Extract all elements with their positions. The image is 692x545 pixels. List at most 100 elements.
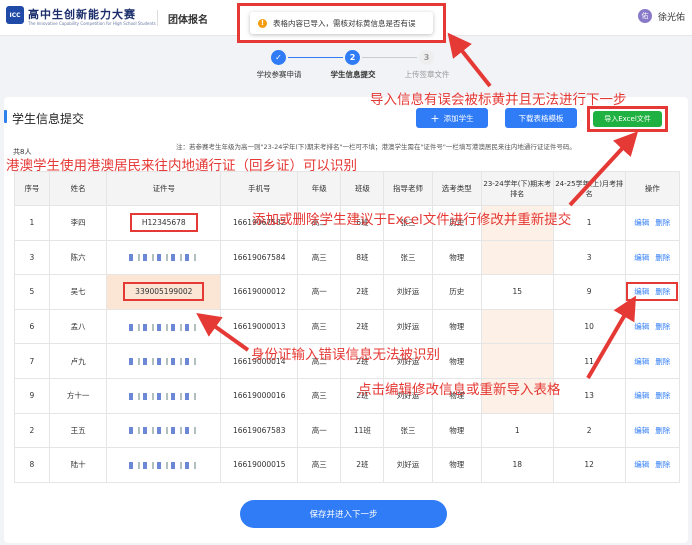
annotation-import-error: 导入信息有误会被标黄并且无法进行下一步 — [370, 92, 627, 108]
cell-type: 物理 — [431, 308, 482, 345]
edit-link[interactable]: 编辑 — [634, 391, 649, 400]
col-header: 23-24学年(下)期末考排名 — [480, 171, 554, 206]
table-note: 注：若参赛考生年级为高一则"23-24学年(下)期末考排名"一栏可不填；港澳学生… — [176, 143, 576, 151]
cell-rank1: 15 — [480, 274, 554, 310]
cell-rank1 — [480, 308, 554, 345]
edit-link[interactable]: 编辑 — [634, 218, 649, 227]
col-header: 24-25学年(上)月考排名 — [552, 171, 626, 206]
progress-steps: ✓ 2 3 学校参赛申请 学生信息提交 上传签章文件 — [0, 45, 692, 85]
delete-link[interactable]: 删除 — [655, 253, 670, 262]
edit-link[interactable]: 编辑 — [634, 322, 649, 331]
cell-id — [106, 447, 222, 483]
cell-name: 王五 — [48, 412, 108, 449]
cell-rank2: 11 — [552, 343, 626, 379]
cell-id — [106, 377, 222, 414]
table-row: 3 陈六 16619067584 高三 8班 张三 物理 3 编辑 删除 — [14, 239, 681, 276]
cell-type: 物理 — [431, 412, 482, 449]
logo-icon: ICC — [6, 6, 24, 24]
cell-id — [106, 239, 222, 276]
cell-id — [106, 412, 222, 449]
edit-link[interactable]: 编辑 — [634, 253, 649, 262]
cell-actions: 编辑 删除 — [624, 343, 681, 379]
cell-actions: 编辑 删除 — [624, 274, 681, 310]
warning-icon: ! — [258, 18, 267, 28]
user-menu[interactable]: 佑 徐光佑 — [638, 9, 685, 23]
cell-no: 7 — [14, 343, 50, 379]
col-header: 姓名 — [48, 171, 108, 206]
delete-link[interactable]: 删除 — [655, 391, 670, 400]
col-header: 操作 — [624, 171, 681, 206]
cell-name: 李四 — [48, 205, 108, 241]
delete-link[interactable]: 删除 — [655, 426, 670, 435]
save-and-next-button[interactable]: 保存并进入下一步 — [240, 500, 447, 528]
toast-highlight-box: ! 表格内容已导入，需核对标黄信息是否有误 — [237, 3, 446, 43]
table-row: 2 王五 16619067583 高一 11班 张三 物理 1 2 编辑 删除 — [14, 412, 681, 449]
logo-subtitle: The Innovative Capability Competition fo… — [28, 21, 156, 26]
user-name: 徐光佑 — [658, 12, 686, 23]
delete-link[interactable]: 删除 — [655, 357, 670, 366]
table-row: 9 方十一 16619000016 高三 2班 刘好运 物理 13 编辑 删除 — [14, 377, 681, 414]
cell-class: 2班 — [340, 308, 385, 345]
edit-link[interactable]: 编辑 — [634, 426, 649, 435]
id-highlight-box: H12345678 — [129, 213, 198, 233]
id-error-highlight-box: 339005199002 — [123, 282, 205, 302]
cell-rank2: 2 — [552, 412, 626, 449]
cell-rank1 — [480, 343, 554, 379]
redacted-id — [128, 427, 199, 435]
download-template-button[interactable]: 下载表格模板 — [505, 108, 577, 128]
import-excel-button[interactable]: 导入Excel文件 — [593, 111, 662, 127]
cell-rank2: 12 — [552, 447, 626, 483]
cell-no: 8 — [14, 447, 50, 483]
avatar: 佑 — [638, 9, 652, 23]
redacted-id — [128, 254, 199, 262]
section-title: 学生信息提交 — [12, 112, 85, 126]
cell-grade: 高三 — [297, 308, 342, 345]
table-row: 8 陆十 16619000015 高三 2班 刘好运 物理 18 12 编辑 删除 — [14, 447, 681, 483]
cell-id — [106, 308, 222, 345]
cell-name: 陆十 — [48, 447, 108, 483]
edit-link[interactable]: 编辑 — [634, 460, 649, 469]
redacted-id — [128, 461, 199, 469]
cell-name: 吴七 — [48, 274, 108, 310]
cell-no: 5 — [14, 274, 50, 310]
step-1-label: 学校参赛申请 — [256, 70, 302, 79]
cell-rank2: 9 — [552, 274, 626, 310]
cell-no: 3 — [14, 239, 50, 276]
cell-phone: 16619000016 — [220, 377, 299, 414]
cell-class: 8班 — [340, 239, 385, 276]
nav-title[interactable]: 团体报名 — [168, 11, 208, 26]
edit-link[interactable]: 编辑 — [634, 357, 649, 366]
step-connector-1 — [288, 57, 343, 58]
add-student-button[interactable]: + 添加学生 — [416, 108, 488, 128]
add-student-label: 添加学生 — [443, 113, 474, 123]
cell-actions: 编辑 删除 — [624, 377, 681, 414]
col-header: 手机号 — [220, 171, 299, 206]
plus-icon: + — [430, 111, 440, 125]
annotation-edit-hint: 点击编辑修改信息或重新导入表格 — [358, 382, 561, 398]
col-header: 选考类型 — [431, 171, 482, 206]
cell-rank2: 13 — [552, 377, 626, 414]
cell-phone: 16619067583 — [220, 412, 299, 449]
annotation-add-delete: 添加或删除学生建议于Excel文件进行修改并重新提交 — [252, 212, 572, 228]
cell-teacher: 张三 — [383, 412, 433, 449]
step-3-label: 上传签章文件 — [404, 70, 450, 79]
delete-link[interactable]: 删除 — [655, 287, 670, 296]
cell-name: 陈六 — [48, 239, 108, 276]
cell-grade: 高一 — [297, 412, 342, 449]
delete-link[interactable]: 删除 — [655, 218, 670, 227]
cell-phone: 16619000013 — [220, 308, 299, 345]
delete-link[interactable]: 删除 — [655, 322, 670, 331]
cell-type: 历史 — [431, 274, 482, 310]
col-header: 指导老师 — [383, 171, 433, 206]
cell-no: 1 — [14, 205, 50, 241]
redacted-id — [128, 358, 199, 366]
cell-class: 2班 — [340, 274, 385, 310]
table-row: 6 孟八 16619000013 高三 2班 刘好运 物理 10 编辑 删除 — [14, 308, 681, 345]
delete-link[interactable]: 删除 — [655, 460, 670, 469]
cell-actions: 编辑 删除 — [624, 205, 681, 241]
table-header-row: 序号 姓名 证件号 手机号 年级 班级 指导老师 选考类型 23-24学年(下)… — [14, 171, 681, 206]
step-3-circle: 3 — [419, 50, 434, 65]
step-connector-2 — [362, 57, 417, 58]
edit-link[interactable]: 编辑 — [634, 287, 649, 296]
cell-id — [106, 343, 222, 379]
